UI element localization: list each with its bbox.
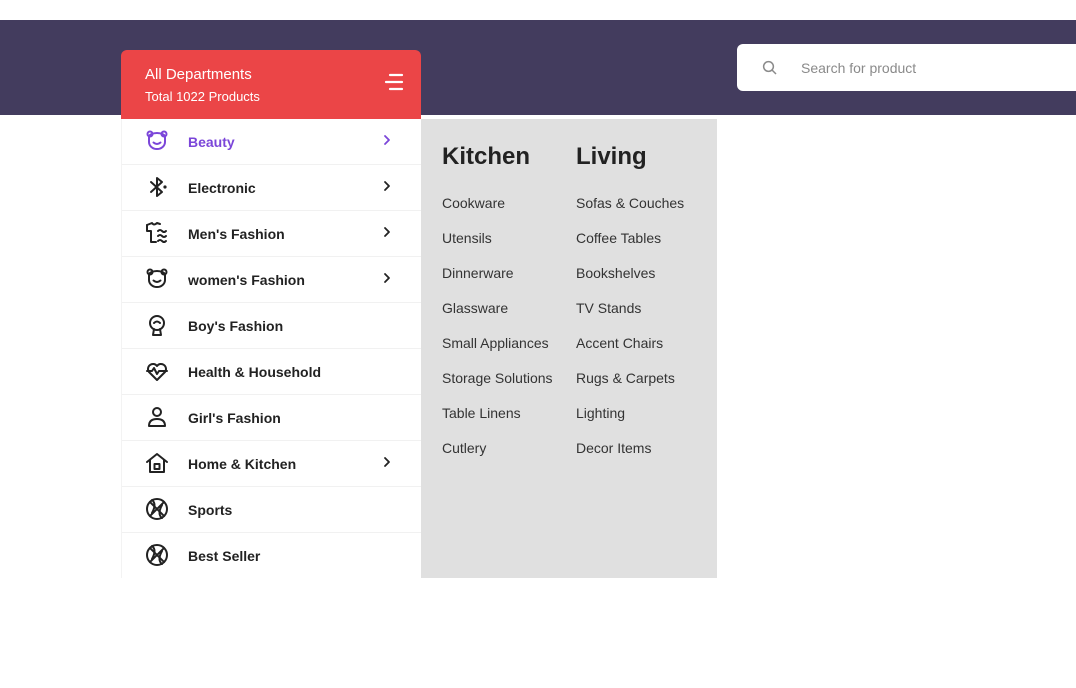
basketball-icon	[146, 498, 168, 520]
search-input[interactable]	[801, 56, 1061, 80]
department-item-best-seller[interactable]: Best Seller	[122, 533, 422, 578]
chevron-right-icon	[384, 135, 390, 145]
department-item-home-kitchen[interactable]: Home & Kitchen	[122, 441, 422, 487]
search-icon[interactable]	[761, 59, 779, 77]
shirt-icon	[146, 222, 167, 243]
department-item-sports[interactable]: Sports	[122, 487, 422, 533]
megamenu-heading: Living	[576, 143, 647, 170]
department-label: Sports	[188, 502, 233, 518]
department-label: women's Fashion	[188, 272, 305, 288]
heartbeat-icon	[146, 363, 168, 381]
chevron-right-icon	[384, 457, 390, 467]
bluetooth-icon	[150, 177, 167, 197]
megamenu-panel: Kitchen Cookware Utensils Dinnerware Gla…	[421, 119, 717, 578]
basketball-icon	[146, 544, 168, 566]
megamenu-link[interactable]: Storage Solutions	[442, 370, 553, 386]
chevron-right-icon	[384, 181, 390, 191]
megamenu-heading: Kitchen	[442, 143, 531, 170]
search-bar[interactable]	[737, 44, 1076, 91]
boy-head-icon	[149, 315, 165, 336]
chevron-right-icon	[384, 227, 390, 237]
department-label: Beauty	[188, 134, 235, 150]
megamenu-link[interactable]: Lighting	[576, 405, 625, 421]
megamenu-link[interactable]: Bookshelves	[576, 265, 655, 281]
megamenu-link[interactable]: Rugs & Carpets	[576, 370, 675, 386]
all-departments-header[interactable]: All Departments Total 1022 Products	[121, 50, 421, 119]
department-label: Electronic	[188, 180, 256, 196]
megamenu-link[interactable]: TV Stands	[576, 300, 641, 316]
department-label: Girl's Fashion	[188, 410, 281, 426]
department-item-girls-fashion[interactable]: Girl's Fashion	[122, 395, 422, 441]
department-label: Men's Fashion	[188, 226, 285, 242]
department-label: Home & Kitchen	[188, 456, 297, 472]
hamburger-menu-icon[interactable]	[384, 72, 404, 92]
megamenu-link[interactable]: Coffee Tables	[576, 230, 661, 246]
megamenu-link[interactable]: Table Linens	[442, 405, 521, 421]
megamenu-link[interactable]: Utensils	[442, 230, 492, 246]
department-item-mens-fashion[interactable]: Men's Fashion	[122, 211, 422, 257]
departments-title: All Departments	[145, 66, 252, 83]
department-item-boys-fashion[interactable]: Boy's Fashion	[122, 303, 422, 349]
megamenu-link[interactable]: Dinnerware	[442, 265, 514, 281]
departments-list: Beauty Electronic Men's Fashion women's …	[121, 119, 422, 578]
departments-product-count: Total 1022 Products	[145, 89, 260, 104]
department-label: Boy's Fashion	[188, 318, 284, 334]
megamenu-link[interactable]: Cutlery	[442, 440, 486, 456]
department-item-beauty[interactable]: Beauty	[122, 119, 422, 165]
bear-face-icon	[146, 268, 168, 288]
megamenu-link[interactable]: Decor Items	[576, 440, 651, 456]
department-item-electronic[interactable]: Electronic	[122, 165, 422, 211]
megamenu-link[interactable]: Cookware	[442, 195, 505, 211]
department-item-womens-fashion[interactable]: women's Fashion	[122, 257, 422, 303]
department-label: Best Seller	[188, 548, 261, 564]
chevron-right-icon	[384, 273, 390, 283]
department-item-health-household[interactable]: Health & Household	[122, 349, 422, 395]
department-label: Health & Household	[188, 364, 322, 380]
person-icon	[148, 407, 166, 427]
megamenu-link[interactable]: Small Appliances	[442, 335, 549, 351]
bear-face-icon	[146, 130, 168, 150]
house-icon	[146, 453, 168, 473]
megamenu-link[interactable]: Sofas & Couches	[576, 195, 684, 211]
megamenu-link[interactable]: Glassware	[442, 300, 508, 316]
megamenu-link[interactable]: Accent Chairs	[576, 335, 663, 351]
